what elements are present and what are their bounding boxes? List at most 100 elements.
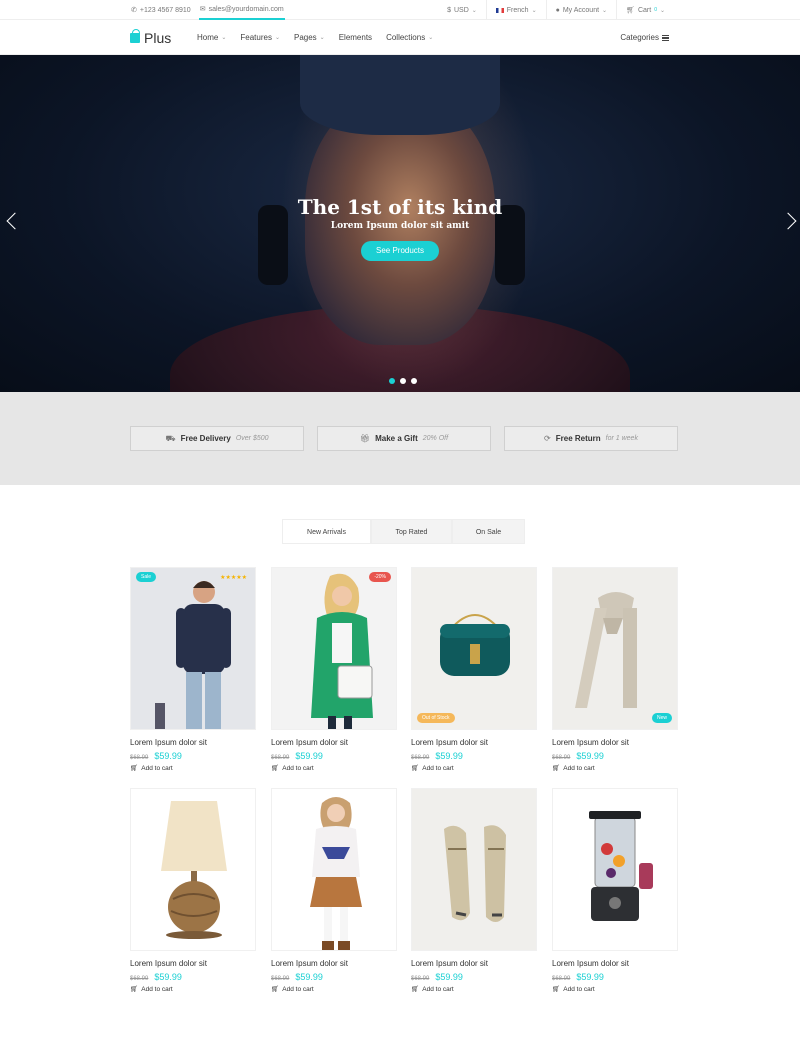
product-photo-teal-handbag [412,568,536,729]
feature-title: Make a Gift [375,434,418,443]
slider-dot[interactable] [389,378,395,384]
product-card[interactable]: Out of Stock Lorem Ipsum dolor sit $68.9… [411,567,537,772]
tab-top-rated[interactable]: Top Rated [371,519,452,544]
cart-icon: 🛒︎ [411,986,420,993]
product-card[interactable]: Lorem Ipsum dolor sit $68.99 $59.99 🛒︎ Ad… [130,788,256,993]
language-label: French [506,6,529,14]
dollar-icon: $ [447,6,451,14]
add-to-cart-link[interactable]: 🛒︎ Add to cart [271,764,397,773]
product-image[interactable]: New [552,567,678,730]
product-image[interactable]: Out of Stock [411,567,537,730]
truck-icon: ⛟ [165,433,176,443]
cart-icon: 🛒︎ [552,765,561,772]
feature-free-return: ⟳ Free Return for 1 week [504,426,678,451]
product-prices: $68.99 $59.99 [411,751,537,761]
add-to-cart-link[interactable]: 🛒︎ Add to cart [130,985,256,994]
cart-label: Cart [637,6,652,14]
email-contact[interactable]: ✉ sales@yourdomain.com [198,0,285,20]
product-image[interactable] [411,788,537,951]
current-price: $59.99 [576,972,604,982]
slider-dot[interactable] [411,378,417,384]
nav-item-label: Home [197,33,219,42]
add-to-cart-link[interactable]: 🛒︎ Add to cart [411,764,537,773]
chevron-down-icon: ⌄ [471,7,477,14]
tab-new-arrivals[interactable]: New Arrivals [282,519,371,544]
old-price: $68.99 [411,755,430,761]
phone-contact[interactable]: ✆ +123 4567 8910 [131,0,191,20]
top-bar-actions: $ USD ⌄ French ⌄ ● My Account ⌄ 🛒︎ Cart 0… [438,0,674,20]
product-card[interactable]: New Lorem Ipsum dolor sit $68.99 $59.99 … [552,567,678,772]
feature-free-delivery: ⛟ Free Delivery Over $500 [130,426,304,451]
product-prices: $68.99 $59.99 [552,972,678,982]
product-name[interactable]: Lorem Ipsum dolor sit [552,959,678,968]
add-to-cart-link[interactable]: 🛒︎ Add to cart [552,764,678,773]
feature-subtitle: 20% Off [422,435,449,442]
add-to-cart-label: Add to cart [563,985,595,993]
product-name[interactable]: Lorem Ipsum dolor sit [411,738,537,747]
add-to-cart-link[interactable]: 🛒︎ Add to cart [130,764,256,773]
product-name[interactable]: Lorem Ipsum dolor sit [552,738,678,747]
product-prices: $68.99 $59.99 [411,972,537,982]
cart-menu[interactable]: 🛒︎ Cart 0 ⌄ [616,0,674,20]
see-products-button[interactable]: See Products [361,241,439,261]
shopping-bag-icon [130,29,140,43]
old-price: $68.99 [552,976,571,982]
chevron-down-icon: ⌄ [428,35,434,41]
hamburger-icon [662,34,669,41]
product-image[interactable] [271,788,397,951]
nav-item-features[interactable]: Features ⌄ [240,33,280,42]
chevron-down-icon: ⌄ [274,35,280,41]
add-to-cart-label: Add to cart [282,985,314,993]
language-selector[interactable]: French ⌄ [485,0,546,20]
new-badge: New [651,713,672,723]
product-card[interactable]: Lorem Ipsum dolor sit $68.99 $59.99 🛒︎ Ad… [271,788,397,993]
current-price: $59.99 [435,751,463,761]
nav-item-elements[interactable]: Elements [339,33,372,42]
product-prices: $68.99 $59.99 [130,972,256,982]
main-nav: Plus Home ⌄ Features ⌄ Pages ⌄ Elements Col… [0,20,800,55]
add-to-cart-link[interactable]: 🛒︎ Add to cart [411,985,537,994]
nav-item-label: Collections [386,33,426,42]
slider-dots [389,378,417,384]
product-card[interactable]: Lorem Ipsum dolor sit $68.99 $59.99 🛒︎ Ad… [411,788,537,993]
add-to-cart-link[interactable]: 🛒︎ Add to cart [271,985,397,994]
logo[interactable]: Plus [130,29,171,46]
cart-icon: 🛒︎ [271,986,280,993]
add-to-cart-label: Add to cart [563,764,595,772]
contact-info: ✆ +123 4567 8910 ✉ sales@yourdomain.com [131,0,293,20]
categories-menu[interactable]: Categories [620,33,669,42]
product-image[interactable]: Sale ★★★★★ [130,567,256,730]
slider-dot[interactable] [400,378,406,384]
current-price: $59.99 [295,972,323,982]
nav-item-label: Features [240,33,272,42]
currency-selector[interactable]: $ USD ⌄ [438,0,486,20]
product-card[interactable]: Sale ★★★★★ Lorem Ipsum dolor sit $68.99 … [130,567,256,772]
product-card[interactable]: Lorem Ipsum dolor sit $68.99 $59.99 🛒︎ Ad… [552,788,678,993]
nav-item-home[interactable]: Home ⌄ [197,33,226,42]
product-name[interactable]: Lorem Ipsum dolor sit [271,738,397,747]
add-to-cart-label: Add to cart [422,764,454,772]
product-name[interactable]: Lorem Ipsum dolor sit [411,959,537,968]
account-menu[interactable]: ● My Account ⌄ [545,0,616,20]
old-price: $68.99 [411,976,430,982]
nav-menu: Home ⌄ Features ⌄ Pages ⌄ Elements Collecti… [197,20,447,55]
old-price: $68.99 [130,976,149,982]
product-image[interactable]: -20% [271,567,397,730]
feature-make-a-gift: 🎁︎ Make a Gift 20% Off [317,426,491,451]
current-price: $59.99 [576,751,604,761]
old-price: $68.99 [552,755,571,761]
product-image[interactable] [130,788,256,951]
product-name[interactable]: Lorem Ipsum dolor sit [130,738,256,747]
old-price: $68.99 [271,976,290,982]
nav-item-collections[interactable]: Collections ⌄ [386,33,433,42]
nav-item-pages[interactable]: Pages ⌄ [294,33,325,42]
tab-on-sale[interactable]: On Sale [452,519,525,544]
hero-subtitle: Lorem Ipsum dolor sit amit [330,221,470,231]
product-name[interactable]: Lorem Ipsum dolor sit [130,959,256,968]
product-card[interactable]: -20% Lorem Ipsum dolor sit $68.99 $59.99… [271,567,397,772]
add-to-cart-link[interactable]: 🛒︎ Add to cart [552,985,678,994]
product-image[interactable] [552,788,678,951]
product-tabs: New Arrivals Top Rated On Sale [282,519,525,544]
refresh-icon: ⟳ [544,434,551,443]
product-name[interactable]: Lorem Ipsum dolor sit [271,959,397,968]
